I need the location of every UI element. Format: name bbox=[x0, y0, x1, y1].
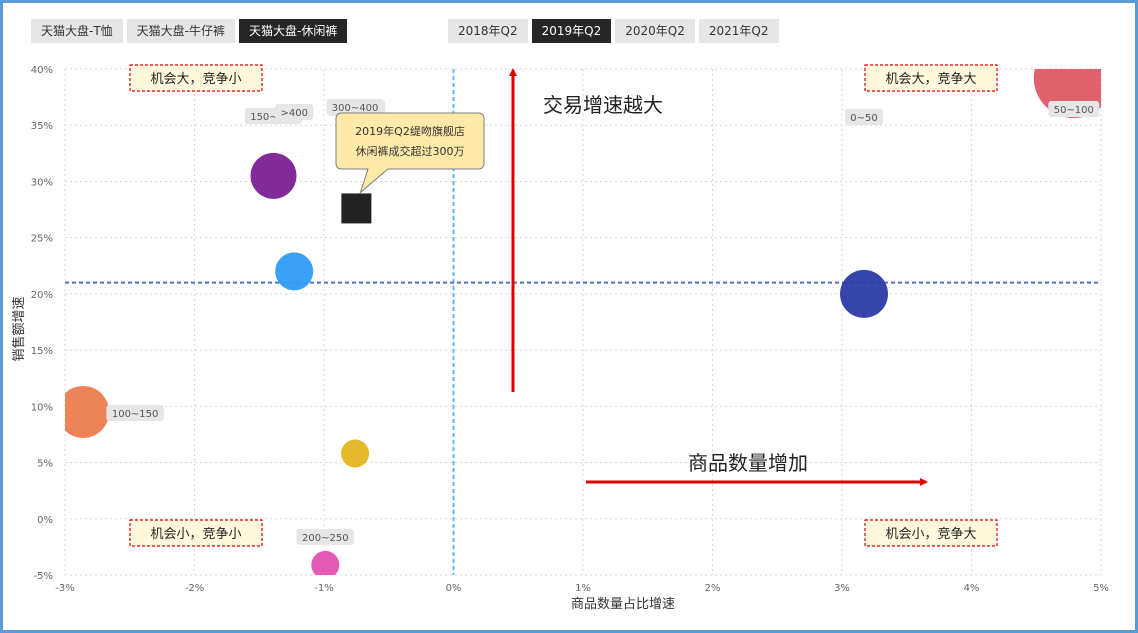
y-tick-label: 10% bbox=[31, 402, 53, 413]
x-tick-label: 5% bbox=[1093, 583, 1109, 594]
y-tick-label: -5% bbox=[34, 571, 53, 582]
data-label: 300~400 bbox=[332, 103, 379, 114]
quadrant-note-text: 机会大，竞争小 bbox=[150, 71, 241, 87]
x-tick-label: 3% bbox=[834, 583, 850, 594]
x-tick-label: 0% bbox=[446, 583, 462, 594]
y-axis-title: 销售额增速 bbox=[11, 296, 27, 361]
quadrant-note-text: 机会小，竞争大 bbox=[885, 526, 976, 542]
x-tick-label: -2% bbox=[185, 583, 204, 594]
y-tick-label: 30% bbox=[31, 177, 53, 188]
data-point-bubble bbox=[275, 252, 314, 291]
data-point-bubble bbox=[341, 439, 370, 468]
x-tick-label: -3% bbox=[55, 583, 74, 594]
data-point-square bbox=[341, 193, 372, 224]
data-label: 200~250 bbox=[302, 533, 349, 544]
y-tick-label: 15% bbox=[31, 346, 53, 357]
x-tick-label: 1% bbox=[575, 583, 591, 594]
data-point-bubble bbox=[311, 550, 340, 575]
vertical-arrow-label: 交易增速越大 bbox=[543, 93, 663, 117]
data-label: 0~50 bbox=[850, 113, 877, 124]
y-tick-label: 5% bbox=[37, 459, 53, 470]
scatter-chart: 40% 35% 30% 25% 20% 15% 10% 5% 0% -5%-3% -2% -1% 0% 1… bbox=[11, 64, 1109, 612]
data-point-bubble bbox=[250, 152, 297, 199]
x-axis-title: 商品数量占比增速 bbox=[571, 597, 675, 612]
callout-text: 2019年Q2缇吻旗舰店 bbox=[355, 124, 465, 138]
x-tick-label: -1% bbox=[314, 583, 333, 594]
data-point-bubble bbox=[840, 269, 889, 318]
quadrant-note-text: 机会小，竞争小 bbox=[150, 526, 241, 542]
data-label: 50~100 bbox=[1054, 105, 1094, 116]
callout-text: 休闲裤成交超过300万 bbox=[356, 144, 465, 158]
quadrant-note-text: 机会大，竞争大 bbox=[885, 71, 976, 87]
horizontal-arrow-label: 商品数量增加 bbox=[688, 451, 808, 475]
data-label: 100~150 bbox=[112, 409, 159, 420]
y-tick-label: 25% bbox=[31, 234, 53, 245]
y-tick-label: 35% bbox=[31, 121, 53, 132]
y-tick-label: 40% bbox=[31, 65, 53, 76]
data-label: >400 bbox=[280, 108, 307, 119]
y-tick-label: 20% bbox=[31, 290, 53, 301]
x-tick-label: 2% bbox=[705, 583, 721, 594]
y-tick-label: 0% bbox=[37, 515, 53, 526]
x-tick-label: 4% bbox=[964, 583, 980, 594]
